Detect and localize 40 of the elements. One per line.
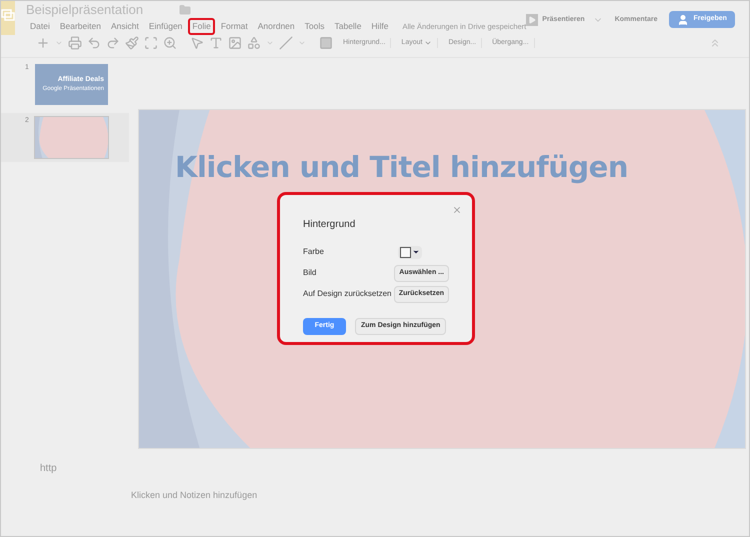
menu-item[interactable]: Datei [26, 18, 54, 35]
caret-icon[interactable] [266, 39, 274, 47]
text-box-icon[interactable] [209, 36, 223, 50]
option-label: Farbe [303, 246, 324, 258]
play-icon [526, 14, 538, 26]
fit-icon[interactable] [144, 36, 158, 50]
option-label: Auf Design zurücksetzen [303, 288, 392, 300]
zoom-icon[interactable] [163, 36, 177, 50]
image-icon[interactable] [228, 36, 242, 50]
menu-item[interactable]: Format [216, 18, 252, 35]
menu-item[interactable]: Einfügen [144, 18, 186, 35]
notes-placeholder[interactable]: Klicken und Notizen hinzufügen [131, 489, 258, 502]
dialog-title: Hintergrund [303, 218, 356, 232]
folder-icon[interactable] [179, 4, 192, 16]
paint-format-icon[interactable] [125, 36, 139, 50]
undo-icon[interactable] [87, 36, 101, 50]
menu-item[interactable]: Ansicht [106, 18, 143, 35]
line-icon[interactable] [279, 36, 293, 50]
option-label: Bild [303, 267, 316, 279]
menu-item[interactable]: Folie [188, 18, 215, 35]
print-icon[interactable] [68, 36, 82, 50]
menu-item[interactable]: Anordnen [254, 18, 299, 35]
close-icon[interactable] [452, 205, 462, 215]
menu-item[interactable]: Tools [300, 18, 328, 35]
new-slide-icon[interactable] [36, 36, 50, 50]
menu-item[interactable]: Bearbeiten [56, 18, 105, 35]
caret-icon[interactable] [55, 39, 63, 47]
caret-icon[interactable] [298, 39, 306, 47]
pointer-icon[interactable] [190, 36, 204, 50]
shapes-icon[interactable] [247, 36, 261, 50]
app-logo-icon[interactable] [1, 1, 15, 35]
menu-item[interactable]: Hilfe [367, 18, 392, 35]
person-icon [677, 14, 690, 26]
slide-title-placeholder[interactable]: Klicken und Titel hinzufügen [175, 146, 628, 190]
color-picker[interactable] [398, 246, 422, 258]
redo-icon[interactable] [106, 36, 120, 50]
caret-icon [412, 248, 420, 256]
menu-item[interactable]: Tabelle [330, 18, 366, 35]
collapse-icon[interactable] [709, 37, 721, 49]
notes-link[interactable]: http [40, 461, 57, 476]
